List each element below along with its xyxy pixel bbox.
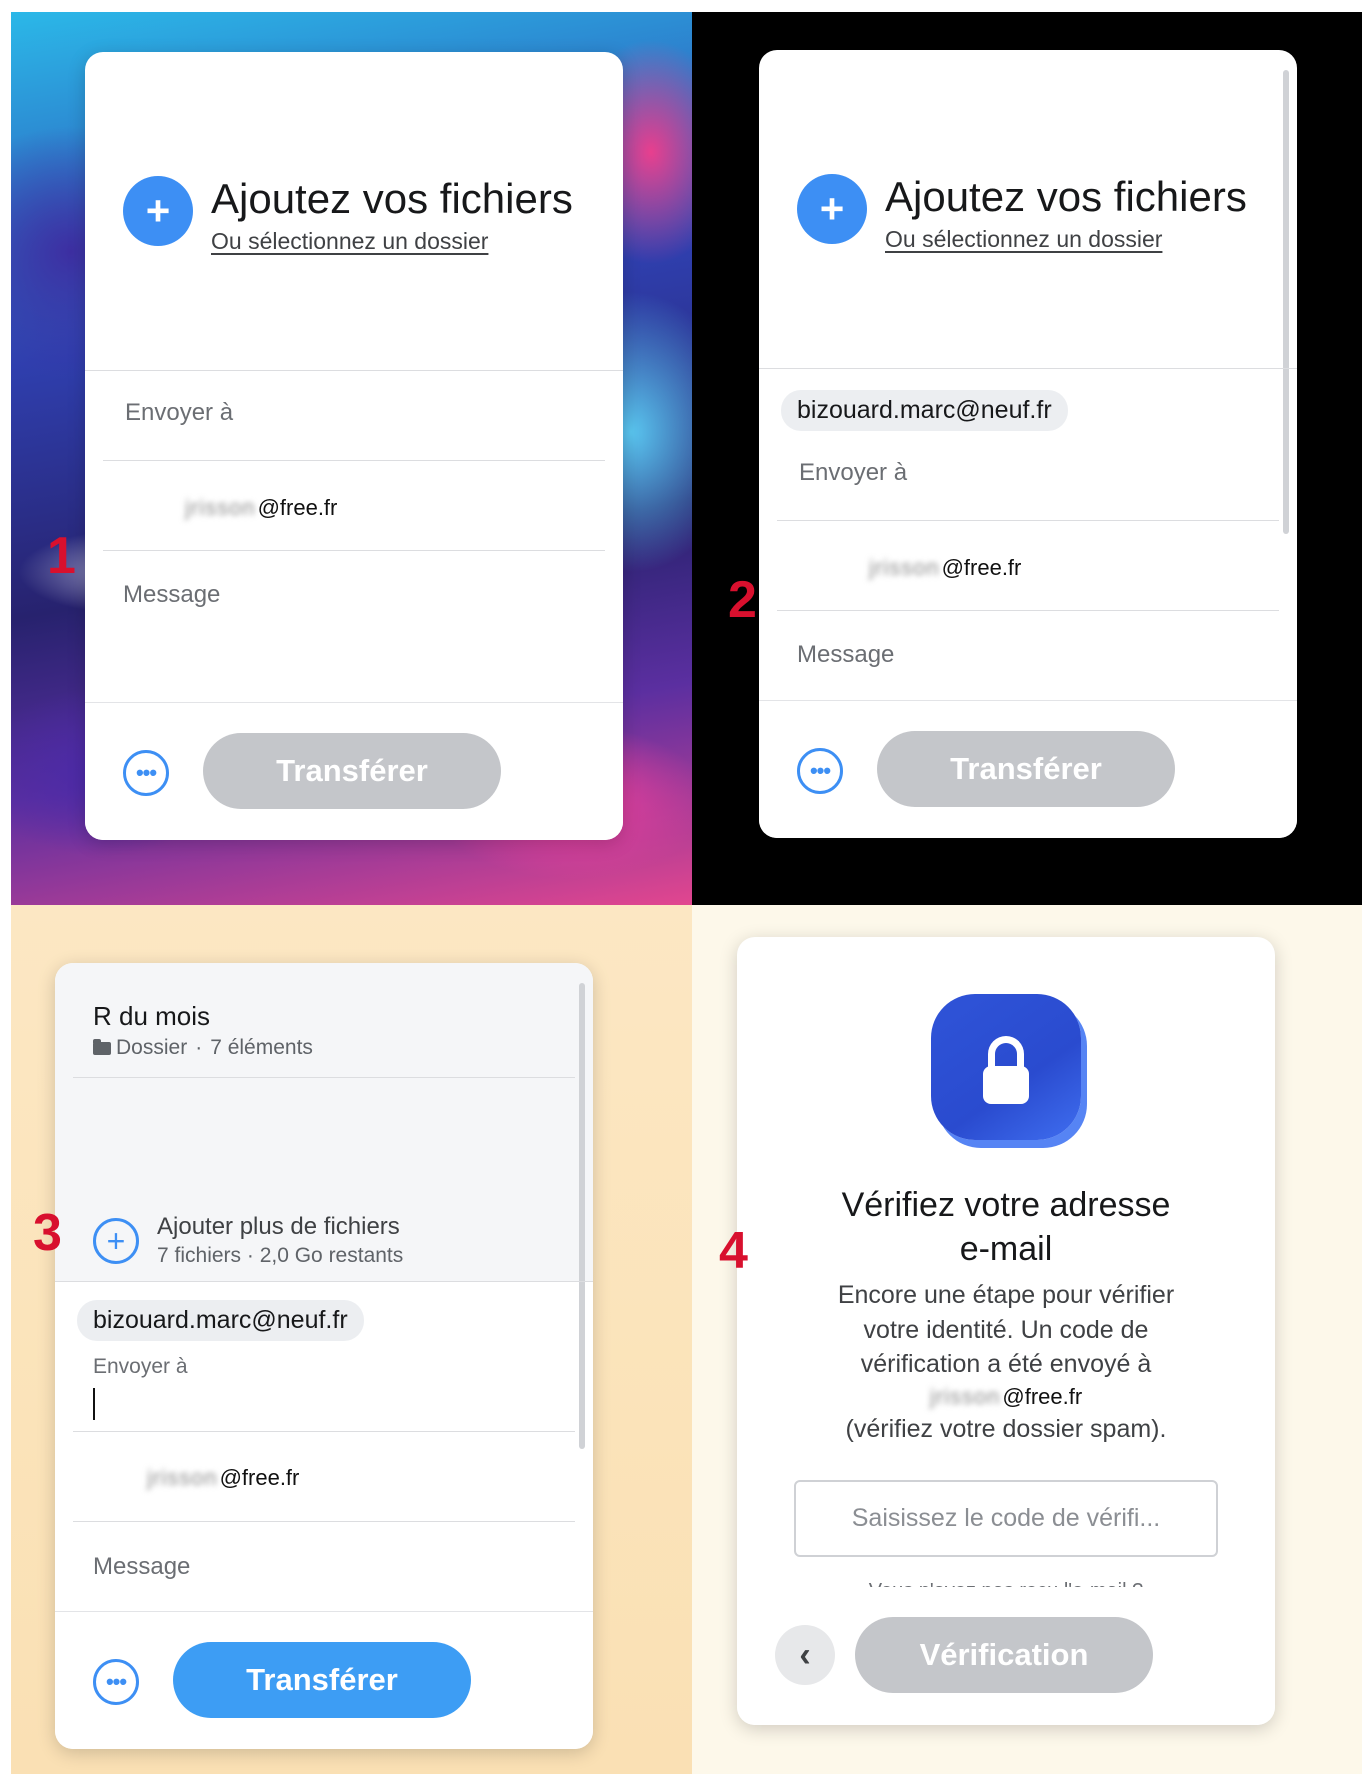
- chevron-left-icon: ‹: [799, 1635, 811, 1674]
- text-caret[interactable]: [93, 1388, 95, 1420]
- divider: [103, 460, 605, 461]
- back-button[interactable]: ‹: [775, 1625, 835, 1685]
- verification-code-input[interactable]: Saisissez le code de vérifi...: [794, 1480, 1218, 1557]
- more-options-button[interactable]: •••: [123, 750, 169, 796]
- verify-title-line: Vérifiez votre adresse: [841, 1186, 1171, 1224]
- add-more-title: Ajouter plus de fichiers: [157, 1213, 400, 1240]
- verify-card: Vérifiez votre adresse e-mail Encore une…: [737, 937, 1275, 1725]
- divider: [73, 1431, 575, 1432]
- step-number-1: 1: [47, 527, 76, 585]
- verify-body-line: (vérifiez votre dossier spam).: [845, 1414, 1167, 1443]
- blurred-name: jrisson: [147, 1465, 218, 1490]
- upload-title: Ajoutez vos fichiers: [211, 175, 573, 222]
- transfer-button[interactable]: Transférer: [203, 733, 501, 809]
- transfer-button[interactable]: Transférer: [173, 1642, 471, 1718]
- suggestion-domain: @free.fr: [941, 555, 1022, 580]
- scrollbar[interactable]: [1283, 70, 1289, 534]
- transfer-card: + Ajoutez vos fichiers Ou sélectionnez u…: [759, 50, 1297, 838]
- divider: [73, 1077, 575, 1078]
- folder-icon: [93, 1038, 111, 1055]
- add-files-button[interactable]: +: [797, 174, 867, 244]
- folder-name: R du mois: [93, 1001, 211, 1031]
- verify-email: jrisson @free.fr: [737, 1382, 1275, 1412]
- plus-icon: +: [819, 185, 845, 232]
- transfer-card: + Ajoutez vos fichiers Ou sélectionnez u…: [85, 52, 623, 840]
- select-folder-link[interactable]: Ou sélectionnez un dossier: [211, 228, 488, 255]
- ellipsis-icon: •••: [105, 1669, 127, 1694]
- more-options-button[interactable]: •••: [93, 1659, 139, 1705]
- send-to-input[interactable]: Envoyer à: [125, 399, 233, 427]
- panel-step-3: R du mois Dossier · 7 éléments + Ajouter…: [11, 905, 692, 1774]
- transfer-button[interactable]: Transférer: [877, 731, 1175, 807]
- card-footer: ••• Transférer: [759, 700, 1297, 838]
- divider: [777, 610, 1279, 611]
- verify-body-line: vérification a été envoyé à: [860, 1350, 1152, 1378]
- send-to-input[interactable]: Envoyer à: [799, 459, 907, 487]
- blurred-name: jrisson: [869, 555, 940, 580]
- add-files-button[interactable]: +: [123, 176, 193, 246]
- blurred-name: jrisson: [185, 495, 256, 520]
- select-folder-link[interactable]: Ou sélectionnez un dossier: [885, 226, 1162, 253]
- lock-icon: [931, 994, 1081, 1140]
- divider: [759, 368, 1297, 369]
- upload-title: Ajoutez vos fichiers: [885, 173, 1247, 220]
- upload-header: + Ajoutez vos fichiers Ou sélectionnez u…: [797, 173, 1247, 253]
- plus-circle-icon: +: [93, 1217, 139, 1264]
- meta-separator: ·: [195, 1036, 203, 1059]
- suggestion-domain: @free.fr: [257, 495, 338, 520]
- recipient-suggestion[interactable]: jrisson @free.fr: [185, 495, 337, 521]
- card-footer: ••• Transférer: [85, 702, 623, 840]
- transfer-card: R du mois Dossier · 7 éléments + Ajouter…: [55, 963, 593, 1749]
- recipient-suggestion[interactable]: jrisson @free.fr: [147, 1465, 299, 1491]
- divider: [55, 1281, 593, 1282]
- verify-body-line: Encore une étape pour vérifier: [837, 1281, 1175, 1309]
- panel-step-4: Vérifiez votre adresse e-mail Encore une…: [692, 905, 1362, 1774]
- verify-title-line: e-mail: [959, 1230, 1053, 1269]
- folder-meta: Dossier · 7 éléments: [93, 1036, 313, 1060]
- upload-header: + Ajoutez vos fichiers Ou sélectionnez u…: [123, 175, 573, 255]
- panel-step-1: + Ajoutez vos fichiers Ou sélectionnez u…: [11, 12, 692, 905]
- send-to-label: Envoyer à: [93, 1355, 188, 1378]
- blurred-name: jrisson: [929, 1383, 1001, 1409]
- step-number-2: 2: [728, 571, 757, 629]
- suggestion-domain: @free.fr: [219, 1465, 300, 1490]
- recipient-chip[interactable]: bizouard.marc@neuf.fr: [781, 390, 1068, 431]
- add-more-files-button[interactable]: + Ajouter plus de fichiers 7 fichiers · …: [93, 1213, 403, 1268]
- folder-count: 7 éléments: [210, 1036, 313, 1059]
- card-footer: ••• Transférer: [55, 1611, 593, 1749]
- message-input[interactable]: Message: [797, 641, 894, 669]
- message-input[interactable]: Message: [93, 1553, 190, 1581]
- add-more-subtitle: 7 fichiers · 2,0 Go restants: [157, 1244, 404, 1267]
- divider: [103, 550, 605, 551]
- plus-icon: +: [145, 187, 171, 234]
- divider: [73, 1521, 575, 1522]
- recipient-suggestion[interactable]: jrisson @free.fr: [869, 555, 1021, 581]
- scrollbar[interactable]: [579, 983, 585, 1449]
- verification-button[interactable]: Vérification: [855, 1617, 1153, 1693]
- divider: [85, 370, 623, 371]
- ellipsis-icon: •••: [809, 758, 831, 783]
- verify-description: Encore une étape pour vérifier votre ide…: [737, 1278, 1275, 1446]
- recipient-chip[interactable]: bizouard.marc@neuf.fr: [77, 1300, 364, 1341]
- divider: [777, 520, 1279, 521]
- folder-type: Dossier: [116, 1036, 188, 1059]
- verify-body-line: votre identité. Un code de: [863, 1315, 1149, 1344]
- step-number-4: 4: [719, 1222, 748, 1280]
- ellipsis-icon: •••: [135, 760, 157, 785]
- card-footer: ‹ Vérification: [737, 1587, 1275, 1725]
- step-number-3: 3: [33, 1204, 62, 1262]
- email-domain: @free.fr: [1002, 1383, 1083, 1409]
- verify-title: Vérifiez votre adresse e-mail: [737, 1183, 1275, 1271]
- message-input[interactable]: Message: [123, 581, 220, 609]
- more-options-button[interactable]: •••: [797, 748, 843, 794]
- panel-step-2: + Ajoutez vos fichiers Ou sélectionnez u…: [692, 12, 1362, 905]
